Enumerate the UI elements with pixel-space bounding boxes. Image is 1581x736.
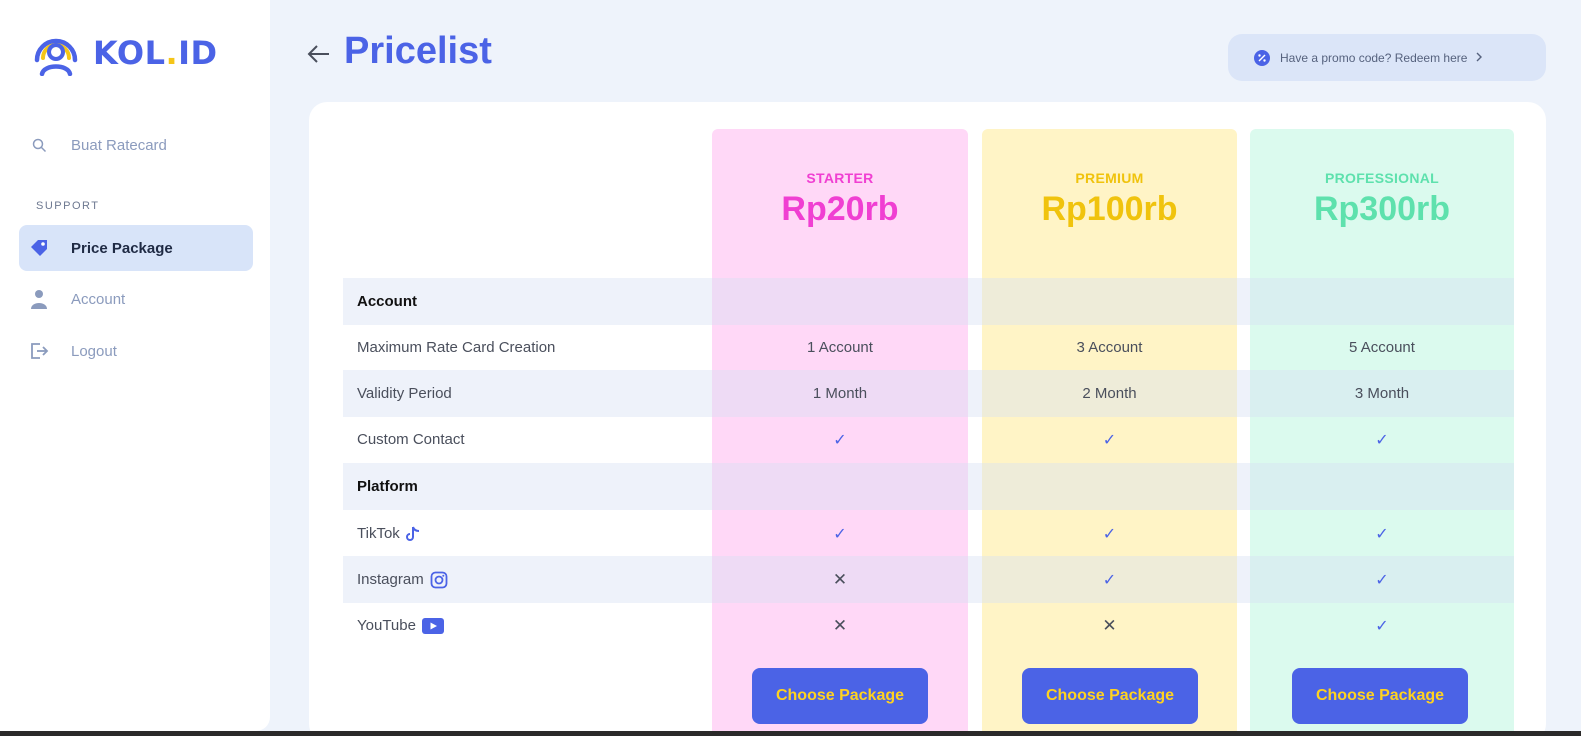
plan-tier: PROFESSIONAL	[1324, 170, 1440, 186]
feature-mark: ✓	[712, 510, 968, 557]
feature-mark: ✕	[712, 556, 968, 603]
feature-value: 3 Account	[1076, 339, 1143, 356]
plan-tier: STARTER	[806, 170, 874, 186]
kol-logo-icon	[34, 38, 78, 76]
feature-label: Instagram	[357, 571, 424, 588]
plan-price: Rp300rb	[1313, 190, 1451, 228]
choose-package-button-starter[interactable]: Choose Package	[752, 668, 928, 724]
plan-header-premium: PREMIUM Rp100rb	[982, 170, 1237, 229]
feature-label: TikTok	[357, 525, 400, 542]
check-icon: ✓	[1375, 571, 1389, 589]
sidebar: KOL.ID Buat Ratecard SUPPORT Price Packa…	[0, 0, 270, 731]
search-icon	[19, 138, 59, 153]
sidebar-item-logout[interactable]: Logout	[19, 328, 253, 374]
brand-logo[interactable]: KOL.ID	[31, 30, 218, 76]
plan-price: Rp20rb	[781, 190, 899, 228]
sidebar-item-account[interactable]: Account	[19, 276, 253, 322]
feature-value: 5 Account	[1349, 339, 1415, 356]
table-row: Validity Period 1 Month 2 Month 3 Month	[343, 370, 1514, 417]
platform-label: YouTube	[357, 602, 444, 649]
plan-tier: PREMIUM	[1075, 170, 1144, 186]
section-label: Platform	[357, 478, 418, 495]
price-tag-icon	[19, 238, 59, 258]
choose-package-button-professional[interactable]: Choose Package	[1292, 668, 1468, 724]
feature-mark: ✓	[712, 416, 968, 463]
feature-mark: ✓	[1250, 510, 1514, 557]
feature-value: 3 Month	[1354, 385, 1410, 402]
feature-label: Maximum Rate Card Creation	[357, 339, 556, 356]
check-icon: ✓	[1375, 617, 1389, 635]
feature-mark: ✓	[1250, 602, 1514, 649]
sidebar-item-label: Account	[71, 290, 126, 308]
feature-label: Custom Contact	[357, 431, 465, 448]
feature-mark: ✓	[982, 510, 1237, 557]
table-row: TikTok ✓ ✓ ✓	[343, 510, 1514, 557]
check-icon: ✓	[1375, 431, 1389, 449]
cross-icon: ✕	[1102, 615, 1117, 635]
feature-label: YouTube	[357, 617, 416, 634]
chevron-right-icon	[1475, 51, 1483, 65]
feature-mark: ✓	[1250, 416, 1514, 463]
check-icon: ✓	[1102, 431, 1117, 449]
section-label: Account	[357, 293, 417, 310]
logout-icon	[19, 341, 59, 361]
brand-name: KOL.ID	[93, 34, 218, 72]
user-icon	[19, 289, 59, 309]
feature-value: 1 Month	[812, 385, 868, 402]
table-row: Custom Contact ✓ ✓ ✓	[343, 416, 1514, 463]
promo-text: Have a promo code? Redeem here	[1280, 50, 1468, 65]
sidebar-item-label: Logout	[71, 342, 117, 360]
instagram-icon	[430, 571, 448, 589]
sidebar-item-price-package[interactable]: Price Package	[19, 225, 253, 271]
discount-icon	[1254, 49, 1270, 66]
choose-package-button-premium[interactable]: Choose Package	[1022, 668, 1198, 724]
feature-label: Validity Period	[357, 385, 452, 402]
pricing-card: STARTER Rp20rb PREMIUM Rp100rb PROFESSIO…	[309, 102, 1546, 736]
check-icon: ✓	[1102, 525, 1117, 543]
plan-price: Rp100rb	[1041, 190, 1178, 228]
platform-label: Instagram	[357, 556, 448, 603]
check-icon: ✓	[1375, 525, 1389, 543]
cross-icon: ✕	[832, 569, 848, 589]
table-row: Maximum Rate Card Creation 1 Account 3 A…	[343, 324, 1514, 371]
back-arrow-icon[interactable]	[306, 40, 332, 68]
feature-value: 2 Month	[1082, 385, 1137, 402]
youtube-icon	[421, 617, 444, 634]
feature-value: 1 Account	[807, 339, 873, 356]
tiktok-icon	[405, 526, 420, 542]
section-row-platform: Platform	[343, 463, 1514, 510]
page-title: Pricelist	[344, 30, 492, 72]
feature-mark: ✓	[982, 556, 1237, 603]
plan-header-starter: STARTER Rp20rb	[712, 170, 968, 229]
check-icon: ✓	[1102, 571, 1117, 589]
sidebar-section-label: SUPPORT	[36, 200, 100, 212]
table-row: YouTube ✕ ✕ ✓	[343, 602, 1514, 649]
feature-mark: ✓	[1250, 556, 1514, 603]
taskbar-strip	[0, 731, 1581, 736]
plan-header-professional: PROFESSIONAL Rp300rb	[1250, 170, 1514, 229]
sidebar-item-buat-ratecard[interactable]: Buat Ratecard	[19, 122, 253, 168]
sidebar-item-label: Price Package	[71, 239, 173, 257]
feature-mark: ✕	[712, 602, 968, 649]
promo-code-button[interactable]: Have a promo code? Redeem here	[1228, 34, 1546, 81]
table-row: Instagram ✕ ✓ ✓	[343, 556, 1514, 603]
cross-icon: ✕	[832, 615, 848, 635]
check-icon: ✓	[833, 431, 847, 449]
feature-mark: ✓	[982, 416, 1237, 463]
feature-mark: ✕	[982, 602, 1237, 649]
check-icon: ✓	[833, 525, 847, 543]
section-row-account: Account	[343, 278, 1514, 325]
platform-label: TikTok	[357, 510, 420, 557]
sidebar-item-label: Buat Ratecard	[71, 136, 167, 154]
